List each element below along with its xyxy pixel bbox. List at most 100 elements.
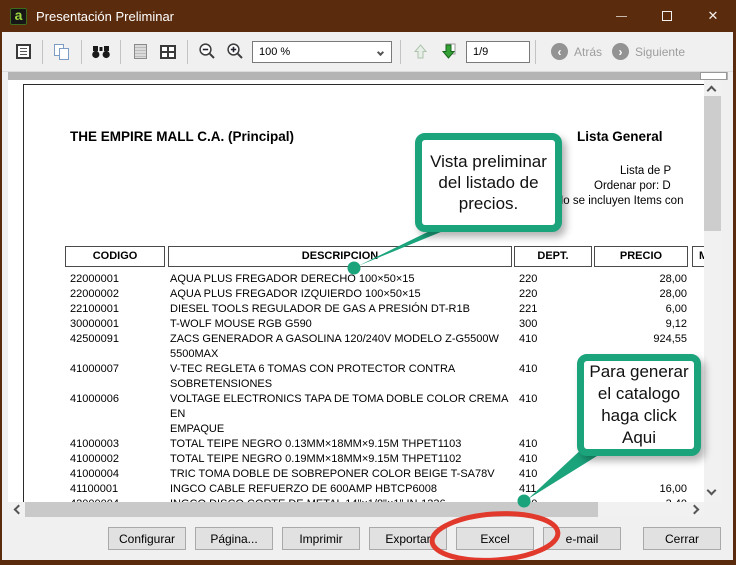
cell-codigo: 22000001: [65, 272, 170, 287]
minimize-button[interactable]: [598, 0, 644, 32]
page-border-left: [23, 84, 24, 502]
cell-codigo: 22000002: [65, 287, 170, 302]
multi-page-view-button[interactable]: [155, 39, 181, 65]
next-button[interactable]: › Siguiente: [606, 43, 685, 60]
cell-codigo: 41000006: [65, 392, 170, 437]
cell-precio: [593, 467, 687, 482]
configurar-button[interactable]: Configurar: [108, 527, 186, 550]
cell-descripcion: INGCO CABLE REFUERZO DE 600AMP HBTCP6008: [170, 482, 515, 497]
window-title: Presentación Preliminar: [36, 9, 174, 24]
vertical-scrollbar-thumb[interactable]: [704, 96, 721, 231]
binoculars-icon: [91, 44, 111, 60]
maximize-icon: [662, 11, 672, 21]
preview-window: a Presentación Preliminar ✕: [0, 0, 736, 565]
cell-precio: 9,12: [593, 317, 687, 332]
column-header-dept: DEPT.: [514, 246, 592, 267]
zoom-in-icon: [226, 42, 245, 61]
scroll-down-icon[interactable]: [707, 486, 717, 496]
previous-page-button[interactable]: [407, 39, 433, 65]
report-icon: [16, 44, 31, 59]
report-meta-line: Ordenar por: D: [594, 180, 671, 192]
find-button[interactable]: [88, 39, 114, 65]
app-logo-icon: a: [10, 8, 27, 25]
toolbar-separator: [120, 40, 121, 64]
cell-descripcion: TRIC TOMA DOBLE DE SOBREPONER COLOR BEIG…: [170, 467, 515, 482]
multi-page-icon: [160, 45, 176, 59]
excel-button[interactable]: Excel: [456, 527, 534, 550]
cell-descripcion: ZACS GENERADOR A GASOLINA 120/240V MODEL…: [170, 332, 515, 362]
cell-precio: 6,00: [593, 302, 687, 317]
close-button[interactable]: ✕: [690, 0, 736, 32]
cell-descripcion: DIESEL TOOLS REGULADOR DE GAS A PRESIÓN …: [170, 302, 515, 317]
toolbar-separator: [42, 40, 43, 64]
toolbar: 100 % 1/9 ‹ Atrás › Siguiente: [2, 32, 733, 72]
toolbar-separator: [81, 40, 82, 64]
column-header-precio: PRECIO: [594, 246, 688, 267]
column-header-codigo: CODIGO: [65, 246, 165, 267]
back-button[interactable]: ‹ Atrás: [545, 43, 602, 60]
email-button[interactable]: e-mail: [543, 527, 621, 550]
cell-precio: 28,00: [593, 272, 687, 287]
close-icon: ✕: [708, 8, 719, 24]
scroll-right-icon[interactable]: [690, 505, 700, 515]
callout-preview-note: Vista preliminar del listado de precios.: [415, 133, 562, 232]
preview-top-scroll-thumb[interactable]: [700, 72, 727, 80]
cerrar-button[interactable]: Cerrar: [643, 527, 721, 550]
cell-descripcion: TOTAL TEIPE NEGRO 0.19MM×18MM×9.15M THPE…: [170, 452, 515, 467]
toolbar-separator: [187, 40, 188, 64]
page-number-input[interactable]: 1/9: [466, 41, 530, 63]
cell-descripcion: TOTAL TEIPE NEGRO 0.13MM×18MM×9.15M THPE…: [170, 437, 515, 452]
zoom-out-button[interactable]: [194, 39, 220, 65]
zoom-level-value: 100 %: [259, 46, 290, 58]
cell-dept: 220: [515, 272, 593, 287]
minimize-icon: [616, 16, 627, 17]
page-number-value: 1/9: [473, 46, 488, 58]
cell-descripcion: T-WOLF MOUSE RGB G590: [170, 317, 515, 332]
imprimir-button[interactable]: Imprimir: [282, 527, 360, 550]
horizontal-scrollbar-thumb[interactable]: [25, 502, 598, 517]
report-setup-button[interactable]: [10, 39, 36, 65]
toolbar-separator: [400, 40, 401, 64]
report-title: Lista General: [577, 129, 663, 144]
next-label: Siguiente: [635, 45, 685, 59]
cell-codigo: 41000003: [65, 437, 170, 452]
table-row: 30000001 T-WOLF MOUSE RGB G590 300 9,12: [65, 317, 687, 332]
cell-dept: 220: [515, 287, 593, 302]
column-header-clipped: M: [692, 246, 704, 267]
single-page-icon: [134, 44, 147, 59]
page-up-icon: [412, 43, 429, 60]
table-row: 22100001 DIESEL TOOLS REGULADOR DE GAS A…: [65, 302, 687, 317]
window-border: [0, 0, 2, 565]
cell-precio: 16,00: [593, 482, 687, 497]
scroll-left-icon[interactable]: [14, 505, 24, 515]
scroll-up-icon[interactable]: [707, 86, 717, 96]
maximize-button[interactable]: [644, 0, 690, 32]
single-page-view-button[interactable]: [127, 39, 153, 65]
page-down-icon: [440, 43, 457, 60]
cell-dept: 410: [515, 467, 593, 482]
table-row: 22000001 AQUA PLUS FREGADOR DERECHO 100×…: [65, 272, 687, 287]
cell-codigo: 41000004: [65, 467, 170, 482]
table-row: 41100001 INGCO CABLE REFUERZO DE 600AMP …: [65, 482, 687, 497]
exportar-button[interactable]: Exportar: [369, 527, 447, 550]
zoom-in-button[interactable]: [222, 39, 248, 65]
column-header-descripcion: DESCRIPCION: [168, 246, 512, 267]
next-arrow-icon: ›: [612, 43, 629, 60]
cell-precio: 28,00: [593, 287, 687, 302]
cell-codigo: 42500091: [65, 332, 170, 362]
cell-descripcion: V-TEC REGLETA 6 TOMAS CON PROTECTOR CONT…: [170, 362, 515, 392]
copy-button[interactable]: [49, 39, 75, 65]
pagina-button[interactable]: Página...: [195, 527, 273, 550]
report-meta-line: Lista de P: [620, 165, 671, 177]
callout-excel-note: Para generar el catalogo haga click Aqui: [577, 354, 701, 456]
horizontal-scrollbar[interactable]: [8, 502, 704, 517]
cell-dept: 411: [515, 482, 593, 497]
back-label: Atrás: [574, 45, 602, 59]
zoom-level-select[interactable]: 100 %: [252, 41, 392, 63]
cell-dept: 221: [515, 302, 593, 317]
zoom-out-icon: [198, 42, 217, 61]
table-row: 22000002 AQUA PLUS FREGADOR IZQUIERDO 10…: [65, 287, 687, 302]
back-arrow-icon: ‹: [551, 43, 568, 60]
next-page-button[interactable]: [435, 39, 461, 65]
vertical-scrollbar[interactable]: [704, 80, 721, 502]
